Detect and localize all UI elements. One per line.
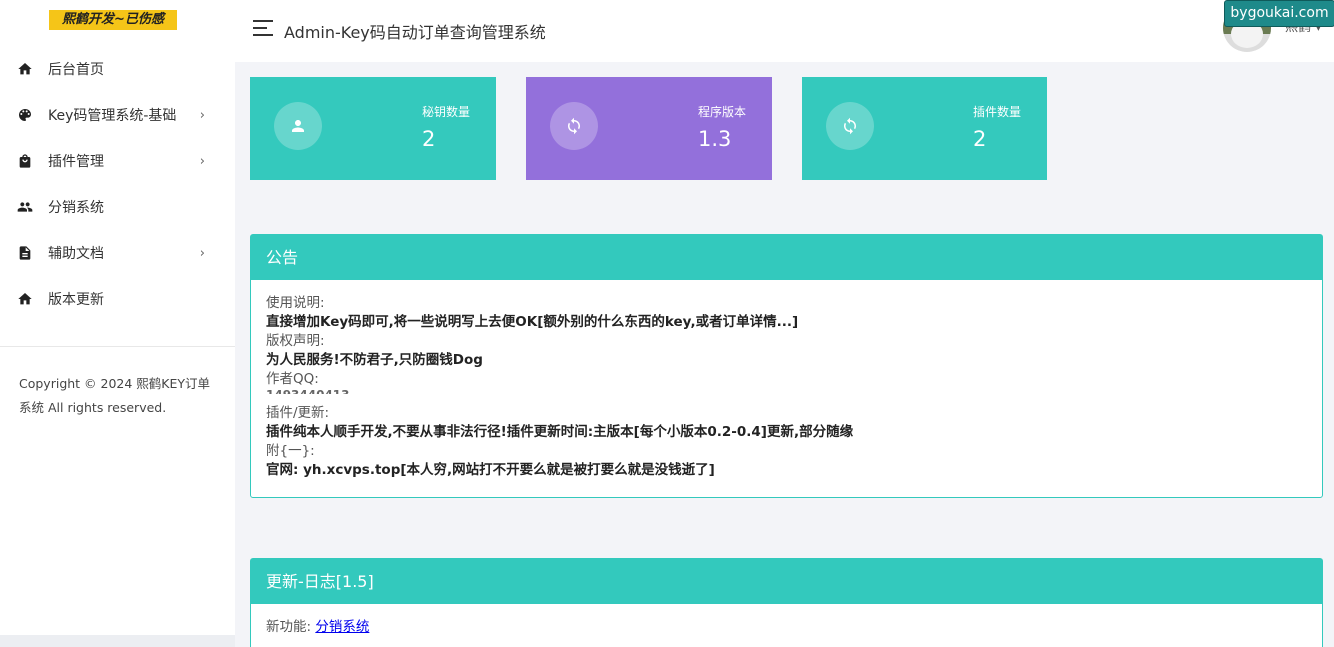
panel-title: 公告 bbox=[251, 235, 1322, 280]
home-icon bbox=[17, 61, 33, 77]
sidebar-item-distribution[interactable]: 分销系统 bbox=[0, 184, 235, 230]
sidebar-item-label: 辅助文档 bbox=[48, 246, 104, 262]
panel-title: 更新-日志[1.5] bbox=[251, 559, 1322, 604]
user-icon bbox=[274, 102, 322, 150]
notice-value: 官网: yh.xcvps.top[本人穷,网站打不开要么就是被打要么就是没钱逝了… bbox=[266, 462, 715, 478]
document-icon bbox=[17, 245, 33, 261]
app-title: Admin-Key码自动订单查询管理系统 bbox=[284, 23, 546, 42]
logo-area: 熙鹤开发~已伤感 bbox=[0, 0, 235, 46]
stat-label: 秘钥数量 bbox=[422, 105, 471, 119]
refresh-icon bbox=[550, 102, 598, 150]
sidebar-item-docs[interactable]: 辅助文档 › bbox=[0, 230, 235, 276]
sidebar-item-key-management[interactable]: Key码管理系统-基础 › bbox=[0, 92, 235, 138]
stat-label: 程序版本 bbox=[698, 105, 747, 119]
notice-key: 插件/更新: bbox=[266, 405, 330, 421]
stat-card-keys: 秘钥数量 2 bbox=[250, 77, 496, 180]
home-icon bbox=[17, 291, 33, 307]
notice-panel: 公告 使用说明: 直接增加Key码即可,将一些说明写上去便OK[额外别的什么东西… bbox=[250, 234, 1323, 498]
chevron-right-icon: › bbox=[199, 153, 205, 169]
stat-value: 2 bbox=[422, 127, 436, 151]
panel-body: 使用说明: 直接增加Key码即可,将一些说明写上去便OK[额外别的什么东西的ke… bbox=[251, 280, 1322, 480]
new-feature-label: 新功能: bbox=[266, 619, 312, 635]
notice-key: 作者QQ: bbox=[266, 371, 319, 387]
sidebar-item-label: 插件管理 bbox=[48, 154, 104, 170]
sidebar-bottom-strip bbox=[0, 635, 235, 647]
stat-label: 插件数量 bbox=[973, 105, 1022, 119]
sidebar-item-plugin-management[interactable]: 插件管理 › bbox=[0, 138, 235, 184]
notice-value: 1493440413 bbox=[266, 389, 1307, 394]
sidebar-item-label: 后台首页 bbox=[48, 62, 104, 78]
stat-value: 2 bbox=[973, 127, 987, 151]
sidebar-item-label: Key码管理系统-基础 bbox=[48, 108, 177, 124]
sidebar: 熙鹤开发~已伤感 后台首页 Key码管理系统-基础 › 插件管理 › 分销系统 … bbox=[0, 0, 235, 635]
sidebar-item-label: 版本更新 bbox=[48, 292, 104, 308]
sidebar-item-version-update[interactable]: 版本更新 bbox=[0, 276, 235, 322]
palette-icon bbox=[17, 107, 33, 123]
copyright-text: Copyright © 2024 熙鹤KEY订单系统 All rights re… bbox=[19, 376, 211, 415]
notice-value: 插件纯本人顺手开发,不要从事非法行径!插件更新时间:主版本[每个小版本0.2-0… bbox=[266, 424, 854, 440]
chevron-right-icon: › bbox=[199, 245, 205, 261]
people-icon bbox=[17, 199, 33, 215]
menu-toggle-icon[interactable] bbox=[253, 20, 273, 36]
sidebar-item-label: 分销系统 bbox=[48, 200, 104, 216]
notice-key: 版权声明: bbox=[266, 333, 325, 349]
stat-card-version: 程序版本 1.3 bbox=[526, 77, 772, 180]
changelog-panel: 更新-日志[1.5] 新功能: 分销系统 bbox=[250, 558, 1323, 647]
stat-card-plugins: 插件数量 2 bbox=[802, 77, 1047, 180]
sidebar-divider bbox=[0, 346, 235, 347]
shopping-bag-icon bbox=[17, 153, 33, 169]
panel-body: 新功能: 分销系统 bbox=[251, 604, 1322, 637]
chevron-right-icon: › bbox=[199, 107, 205, 123]
notice-value: 为人民服务!不防君子,只防圈钱Dog bbox=[266, 352, 483, 368]
top-header: Admin-Key码自动订单查询管理系统 熙鹤 ▾ bbox=[235, 0, 1334, 62]
stat-value: 1.3 bbox=[698, 127, 732, 151]
notice-key: 使用说明: bbox=[266, 295, 325, 311]
notice-value: 直接增加Key码即可,将一些说明写上去便OK[额外别的什么东西的key,或者订单… bbox=[266, 314, 799, 330]
notice-key: 附{一}: bbox=[266, 443, 315, 459]
sidebar-item-home[interactable]: 后台首页 bbox=[0, 46, 235, 92]
refresh-icon bbox=[826, 102, 874, 150]
logo[interactable]: 熙鹤开发~已伤感 bbox=[49, 10, 177, 30]
watermark: bygoukai.com bbox=[1224, 0, 1334, 27]
distribution-link[interactable]: 分销系统 bbox=[315, 619, 369, 635]
